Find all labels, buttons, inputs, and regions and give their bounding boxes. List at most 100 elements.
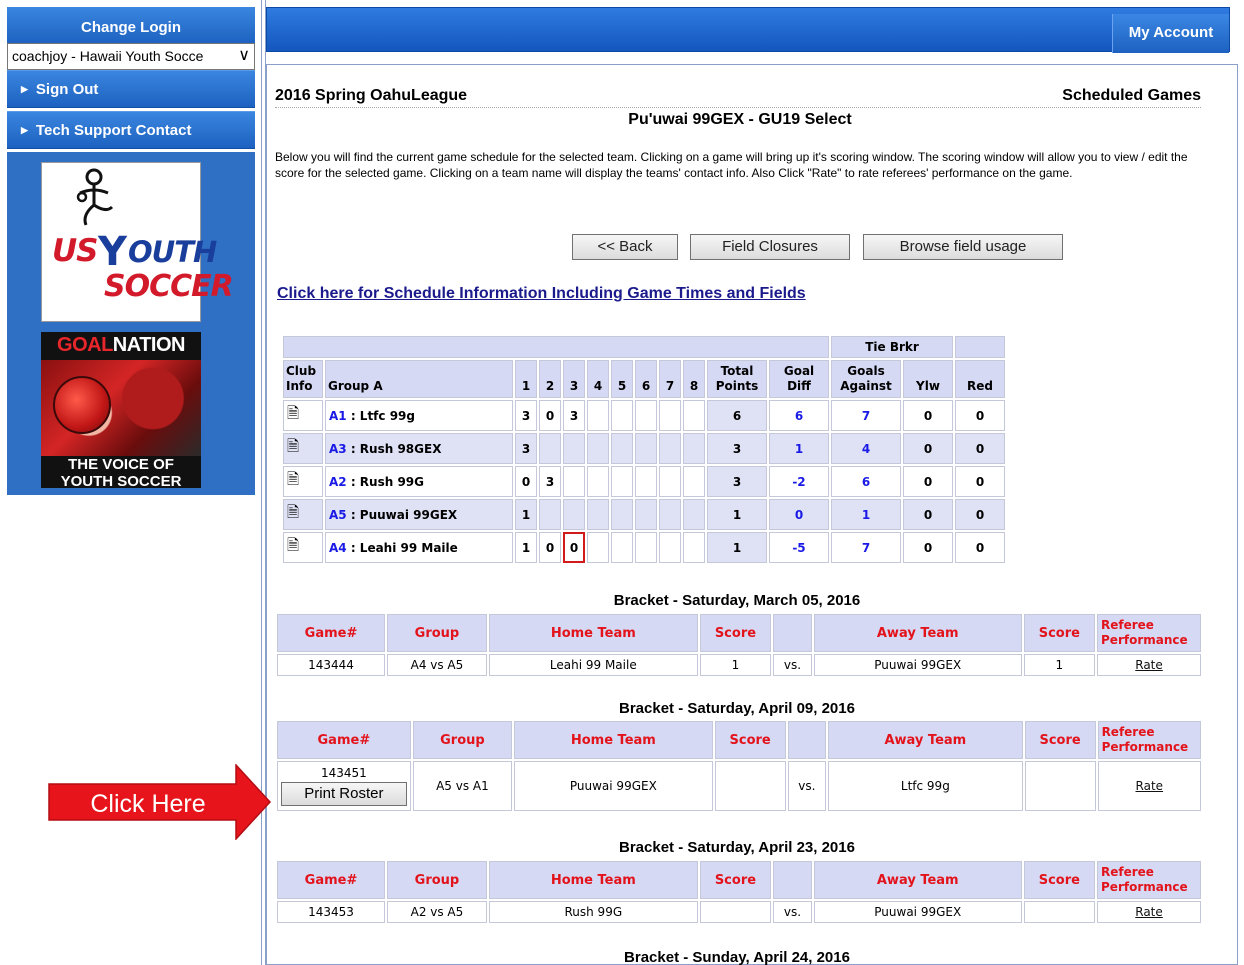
round-score <box>683 466 705 497</box>
home-team[interactable]: Rush 99G <box>488 901 698 923</box>
red-header: Red <box>955 360 1005 398</box>
document-icon[interactable]: 🗎 <box>283 433 323 464</box>
home-score: 1 <box>699 654 772 676</box>
game-group: A5 vs A1 <box>412 761 513 811</box>
away-col-header: Away Team <box>813 614 1022 652</box>
round-header: 6 <box>635 360 657 398</box>
away-team[interactable]: Ltfc 99g <box>828 761 1023 811</box>
chevron-down-icon: ∨ <box>238 47 250 64</box>
rate-link[interactable]: Rate <box>1136 779 1164 793</box>
schedule-info-link[interactable]: Click here for Schedule Information Incl… <box>277 285 806 303</box>
rate-link[interactable]: Rate <box>1135 658 1163 672</box>
tech-support-button[interactable]: ▶ Tech Support Contact <box>7 111 255 149</box>
goal-diff: -5 <box>769 532 829 563</box>
triangle-right-icon: ▶ <box>21 125 28 135</box>
team-code-link[interactable]: A3 <box>329 442 347 456</box>
yellow-cards: 0 <box>903 499 953 530</box>
league-title: 2016 Spring OahuLeague <box>275 87 468 104</box>
team-name[interactable]: : Rush 99G <box>347 475 424 489</box>
score-col-header: Score <box>1024 721 1096 759</box>
team-name[interactable]: : Rush 98GEX <box>347 442 442 456</box>
round-score-highlighted[interactable]: 0 <box>563 532 585 563</box>
referee-col-header: Referee Performance <box>1097 721 1201 759</box>
sign-out-button[interactable]: ▶ Sign Out <box>7 70 255 108</box>
goal-diff: 1 <box>769 433 829 464</box>
round-score <box>587 466 609 497</box>
account-select[interactable]: coachjoy - Hawaii Youth Socce ∨ <box>7 43 255 70</box>
home-team[interactable]: Puuwai 99GEX <box>514 761 713 811</box>
logo-outh-text: OUTH <box>128 235 217 269</box>
change-login-header[interactable]: Change Login <box>7 7 255 44</box>
game-col-header: Game# <box>277 861 386 899</box>
team-name[interactable]: : Ltfc 99g <box>347 409 415 423</box>
goals-against: 7 <box>831 400 901 431</box>
game-row[interactable]: 143453 A2 vs A5 Rush 99G vs. Puuwai 99GE… <box>277 901 1201 923</box>
team-code-link[interactable]: A4 <box>329 541 347 555</box>
round-score: 1 <box>515 499 537 530</box>
round-score: 0 <box>539 400 561 431</box>
round-score <box>659 532 681 563</box>
round-score <box>683 499 705 530</box>
print-roster-button[interactable]: Print Roster <box>280 782 407 806</box>
document-icon[interactable]: 🗎 <box>283 466 323 497</box>
team-name[interactable]: : Leahi 99 Maile <box>347 541 458 555</box>
away-col-header: Away Team <box>813 861 1022 899</box>
back-button[interactable]: << Back <box>572 234 678 260</box>
ylw-header: Ylw <box>903 360 953 398</box>
us-youth-soccer-logo[interactable]: US Y OUTH SOCCER <box>41 162 234 322</box>
away-score <box>1023 901 1096 923</box>
game-row[interactable]: 143444 A4 vs A5 Leahi 99 Maile 1 vs. Puu… <box>277 654 1201 676</box>
bracket-heading: Bracket - Saturday, April 23, 2016 <box>619 839 855 856</box>
score-col-header: Score <box>699 861 772 899</box>
club-info-header: Club Info <box>283 360 323 398</box>
change-login-label[interactable]: Change Login <box>7 7 255 36</box>
round-score: 3 <box>515 433 537 464</box>
total-points: 3 <box>707 433 767 464</box>
click-here-arrow-annotation: Click Here <box>48 764 272 840</box>
round-score <box>611 499 633 530</box>
round-score: 0 <box>515 466 537 497</box>
team-code-link[interactable]: A1 <box>329 409 347 423</box>
away-team[interactable]: Puuwai 99GEX <box>813 654 1022 676</box>
document-icon[interactable]: 🗎 <box>283 532 323 563</box>
round-score <box>587 433 609 464</box>
main-content: 2016 Spring OahuLeague Scheduled Games P… <box>266 64 1238 965</box>
referee-col-header: Referee Performance <box>1097 861 1201 899</box>
document-icon[interactable]: 🗎 <box>283 400 323 431</box>
round-score <box>539 499 561 530</box>
team-name[interactable]: : Puuwai 99GEX <box>347 508 457 522</box>
group-col-header: Group <box>387 861 487 899</box>
game-number[interactable]: 143451 <box>278 766 410 780</box>
round-score <box>635 400 657 431</box>
away-team[interactable]: Puuwai 99GEX <box>813 901 1022 923</box>
vs-label: vs. <box>773 654 812 676</box>
logo-soccer-text: SOCCER <box>104 269 234 304</box>
goal-nation-logo[interactable]: GOALNATION THE VOICE OF YOUTH SOCCER <box>41 332 201 488</box>
round-score <box>611 466 633 497</box>
field-closures-button[interactable]: Field Closures <box>690 234 850 260</box>
goals-against-header: Goals Against <box>831 360 901 398</box>
round-header: 7 <box>659 360 681 398</box>
team-code-link[interactable]: A2 <box>329 475 347 489</box>
home-score <box>699 901 772 923</box>
vs-label: vs. <box>787 761 827 811</box>
goal-diff: 0 <box>769 499 829 530</box>
my-account-button[interactable]: My Account <box>1112 14 1229 53</box>
home-team[interactable]: Leahi 99 Maile <box>488 654 698 676</box>
click-here-label: Click Here <box>90 790 206 818</box>
document-icon[interactable]: 🗎 <box>283 499 323 530</box>
table-row: 🗎 A4 : Leahi 99 Maile 1 0 0 1 -5 7 0 0 <box>283 532 1005 563</box>
group-col-header: Group <box>387 614 487 652</box>
game-number[interactable]: 143453 <box>277 901 386 923</box>
game-number[interactable]: 143444 <box>277 654 386 676</box>
team-code-link[interactable]: A5 <box>329 508 347 522</box>
browse-field-usage-button[interactable]: Browse field usage <box>863 234 1063 260</box>
rate-link[interactable]: Rate <box>1135 905 1163 919</box>
team-title: Pu'uwai 99GEX - GU19 Select <box>628 111 852 128</box>
score-col-header: Score <box>699 614 772 652</box>
total-points: 1 <box>707 499 767 530</box>
goal-nation-title: GOALNATION <box>57 334 185 356</box>
round-score: 3 <box>515 400 537 431</box>
game-row[interactable]: 143451 Print Roster A5 vs A1 Puuwai 99GE… <box>277 761 1201 811</box>
game-group: A2 vs A5 <box>387 901 487 923</box>
